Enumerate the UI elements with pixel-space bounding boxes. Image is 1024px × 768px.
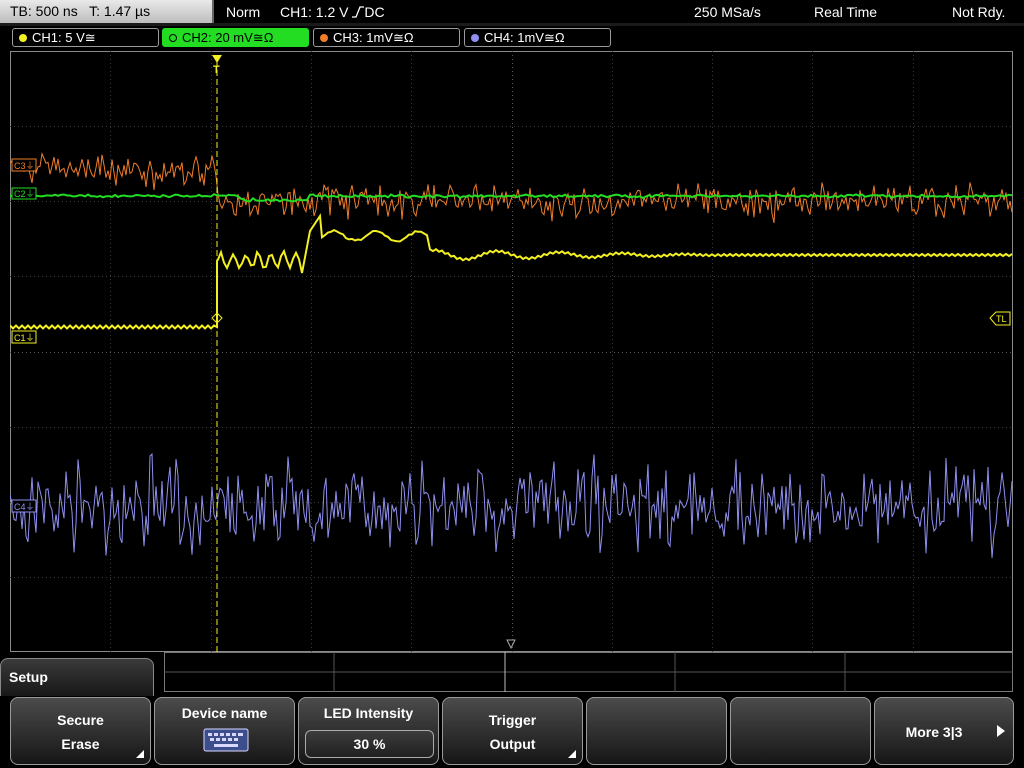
channel-tab-ch4[interactable]: CH4: 1mV≅Ω	[464, 28, 611, 47]
channel-2-dot-icon	[169, 34, 177, 42]
trigger-coupling-value: DC	[364, 4, 385, 20]
trigger-source[interactable]: CH1: 1.2 V DC	[280, 0, 385, 24]
channel-tab-ch1[interactable]: CH1: 5 V≅	[12, 28, 159, 47]
arrow-right-icon	[997, 725, 1005, 737]
c2-marker[interactable]: C2⏚	[11, 187, 37, 200]
led-intensity-value[interactable]: 30 %	[305, 730, 434, 758]
led-intensity-button[interactable]: LED Intensity 30 %	[298, 697, 439, 765]
channel-4-dot-icon	[471, 34, 479, 42]
status-bar: TB: 500 ns T: 1.47 µs Norm CH1: 1.2 V DC…	[0, 0, 1024, 24]
trigger-state: Not Rdy.	[952, 4, 1006, 20]
channel-4-label: CH4: 1mV≅Ω	[484, 30, 565, 45]
c1-marker-label: C1⏚	[14, 333, 35, 343]
timebase-value: TB: 500 ns	[10, 3, 78, 19]
submenu-corner-icon	[136, 750, 144, 758]
sample-rate: 250 MSa/s	[694, 4, 761, 20]
trigger-output-button[interactable]: Trigger Output	[442, 697, 583, 765]
more-label: More 3|3	[905, 724, 963, 740]
c3-marker-label: C3⏚	[14, 161, 35, 171]
c2-marker-label: C2⏚	[14, 189, 35, 199]
trigger-time-value: T: 1.47 µs	[89, 3, 151, 19]
secure-erase-label-1: Secure	[57, 712, 104, 728]
secure-erase-button[interactable]: Secure Erase	[10, 697, 151, 765]
c3-marker[interactable]: C3⏚	[11, 158, 37, 172]
empty-softkey-5[interactable]	[586, 697, 727, 765]
c1-marker[interactable]: C1⏚	[11, 330, 37, 344]
acquisition-mode[interactable]: Real Time	[814, 0, 877, 24]
trigger-source-value: CH1: 1.2 V	[280, 4, 349, 20]
channel-1-dot-icon	[19, 34, 27, 42]
device-name-label: Device name	[181, 705, 268, 721]
trigger-output-label-1: Trigger	[488, 712, 537, 728]
channel-3-label: CH3: 1mV≅Ω	[333, 30, 414, 45]
led-intensity-label: LED Intensity	[323, 705, 414, 721]
timebase-display[interactable]: TB: 500 ns T: 1.47 µs	[0, 0, 214, 23]
channel-tab-ch2[interactable]: CH2: 20 mV≅Ω	[162, 28, 309, 47]
trigger-mode[interactable]: Norm	[226, 0, 260, 24]
waveform-display[interactable]: T C3⏚ C2⏚ C1⏚ C4⏚ TL	[10, 51, 1013, 652]
rising-edge-icon	[352, 1, 365, 18]
trigger-output-label-2: Output	[489, 736, 536, 752]
menu-title-tab: Setup	[0, 658, 154, 698]
channel-2-label: CH2: 20 mV≅Ω	[182, 30, 274, 45]
device-name-button[interactable]: Device name	[154, 697, 295, 765]
channel-3-dot-icon	[320, 34, 328, 42]
channel-tab-ch3[interactable]: CH3: 1mV≅Ω	[313, 28, 460, 47]
trigger-level-label: TL	[996, 314, 1007, 324]
secure-erase-label-2: Erase	[61, 736, 100, 752]
keyboard-icon	[203, 728, 249, 755]
status-divider	[0, 23, 1024, 26]
more-button[interactable]: More 3|3	[874, 697, 1014, 765]
menu-title: Setup	[9, 669, 48, 685]
zoom-strip	[164, 652, 1013, 692]
empty-softkey-6[interactable]	[730, 697, 871, 765]
submenu-corner-icon	[568, 750, 576, 758]
trigger-position-label: T	[213, 64, 220, 76]
c4-marker[interactable]: C4⏚	[11, 499, 37, 513]
channel-1-label: CH1: 5 V≅	[32, 30, 96, 45]
c4-marker-label: C4⏚	[14, 502, 35, 512]
